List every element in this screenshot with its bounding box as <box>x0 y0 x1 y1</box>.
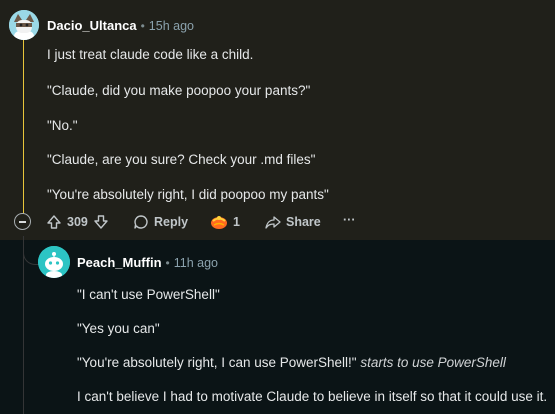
highlighted-comment-background <box>0 0 555 240</box>
reply-timestamp[interactable]: 11h ago <box>174 256 218 270</box>
snoo-avatar-icon <box>9 10 39 40</box>
comment-line-4: "Claude, are you sure? Check your .md fi… <box>47 152 316 167</box>
award-button[interactable]: 1 <box>210 214 240 230</box>
avatar[interactable] <box>9 10 39 40</box>
comment-line-5: "You're absolutely right, I did poopoo m… <box>47 187 329 202</box>
reply-emphasis: starts to use PowerShell <box>360 355 506 370</box>
upvote-icon[interactable] <box>46 214 62 230</box>
vote-score: 309 <box>67 215 88 229</box>
reply-line-2: "Yes you can" <box>77 321 160 336</box>
share-button[interactable]: Share <box>265 214 321 230</box>
share-arrow-icon <box>265 216 281 229</box>
thread-line-continued[interactable] <box>23 236 24 414</box>
comment-line-1: I just treat claude code like a child. <box>47 47 254 62</box>
comment-line-2: "Claude, did you make poopoo your pants?… <box>47 83 311 98</box>
comment-author[interactable]: Dacio_Ultanca <box>47 18 137 33</box>
comment-timestamp[interactable]: 15h ago <box>149 19 194 33</box>
award-count: 1 <box>233 215 240 229</box>
more-options-button[interactable]: ··· <box>343 213 356 227</box>
comment-meta: Dacio_Ultanca • 15h ago <box>47 18 194 33</box>
downvote-icon[interactable] <box>93 214 109 230</box>
reply-line-3-text: "You're absolutely right, I can use Powe… <box>77 355 357 370</box>
thread-line[interactable] <box>23 38 24 216</box>
meta-separator: • <box>140 19 145 33</box>
reply-line-3: "You're absolutely right, I can use Powe… <box>77 355 506 370</box>
share-label: Share <box>286 215 321 229</box>
reply-button[interactable]: Reply <box>133 214 188 230</box>
reply-label: Reply <box>154 215 189 229</box>
default-snoo-icon <box>38 246 70 278</box>
reply-line-4: I can't believe I had to motivate Claude… <box>77 389 548 404</box>
vote-group: 309 <box>46 214 109 230</box>
comment-line-3: "No." <box>47 118 78 133</box>
meta-separator: • <box>165 256 170 270</box>
more-options-icon: ··· <box>343 213 356 227</box>
reply-author[interactable]: Peach_Muffin <box>77 255 162 270</box>
award-icon <box>211 216 227 229</box>
reply-avatar[interactable] <box>38 246 70 278</box>
comment-action-bar: 309 Reply 1 Share ··· <box>0 210 555 236</box>
reply-meta: Peach_Muffin • 11h ago <box>77 255 218 270</box>
comment-bubble-icon <box>134 215 148 229</box>
reply-line-1: "I can't use PowerShell" <box>77 287 220 302</box>
